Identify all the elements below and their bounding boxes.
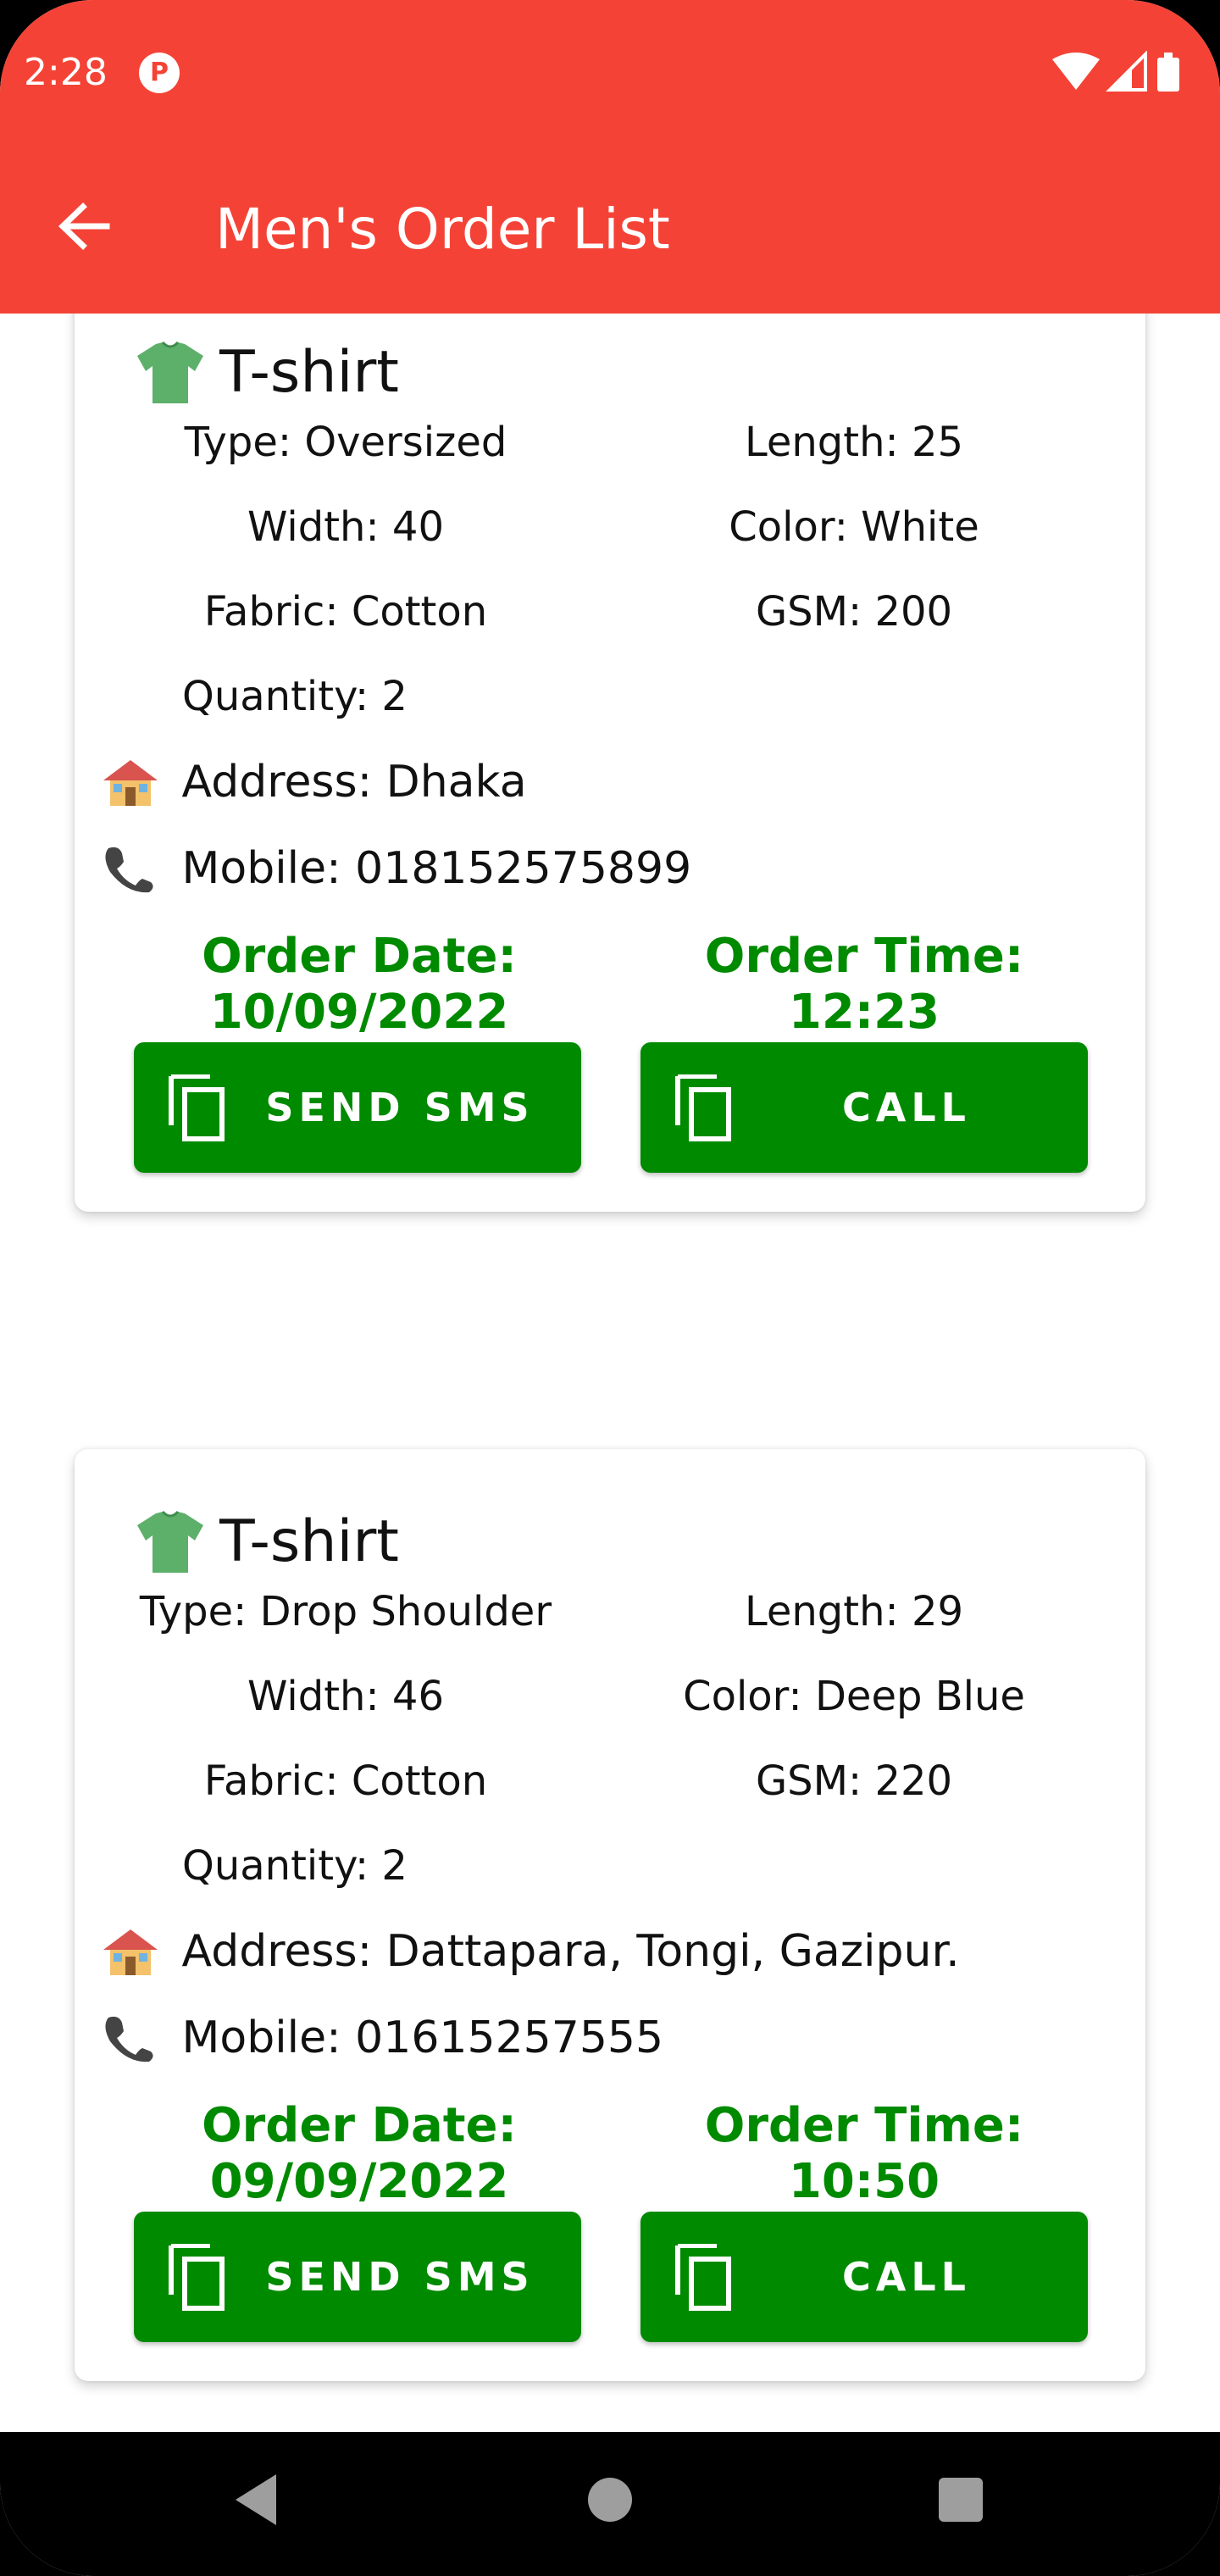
order-date-value: 10/09/2022 [209,985,509,1040]
mobile-text: Mobile: 01615257555 [181,2012,664,2063]
spec-color: Color: White [729,503,979,551]
mobile-row: Mobile: 01615257555 [102,2010,663,2063]
send-sms-label: SEND SMS [265,1085,535,1130]
spec-fabric: Fabric: Cotton [203,588,488,636]
send-sms-label: SEND SMS [265,2254,535,2300]
item-name: T-shirt [219,339,399,406]
spec-length: Length: 29 [744,1588,964,1635]
notification-badge: P [139,53,180,93]
spec-gsm: GSM: 200 [755,588,953,636]
order-date-label: Order Date: [202,2098,517,2153]
copy-icon [169,1074,225,1141]
item-header: T-shirt [136,1508,399,1585]
phone-icon [105,847,153,893]
order-card: T-shirt Type: Drop Shoulder Length: 29 W… [75,1449,1145,2381]
spec-type: Type: Drop Shoulder [139,1588,552,1635]
order-date-label: Order Date: [202,929,517,984]
page-title: Men's Order List [215,197,670,262]
spec-color: Color: Deep Blue [683,1673,1025,1720]
nav-home-icon[interactable] [588,2478,632,2522]
order-card: T-shirt Type: Oversized Length: 25 Width… [75,314,1145,1212]
item-header: T-shirt [136,339,399,415]
tshirt-icon [137,341,203,403]
status-bar: 2:28 P [0,0,1220,144]
battery-icon [1157,53,1179,92]
send-sms-button[interactable]: SEND SMS [134,2212,581,2342]
system-nav-bar [0,2432,1220,2576]
mobile-text: Mobile: 018152575899 [181,843,692,894]
copy-icon [675,1074,731,1141]
spec-type: Type: Oversized [184,419,507,466]
app-bar: Men's Order List [0,144,1220,314]
address-text: Address: Dhaka [181,757,527,808]
order-time-label: Order Time: 10:50 [704,2098,1024,2209]
order-list[interactable]: T-shirt Type: Oversized Length: 25 Width… [0,314,1220,2403]
phone-icon [105,2016,153,2062]
copy-icon [675,2244,731,2311]
call-label: CALL [842,1085,971,1130]
wifi-icon [1052,53,1100,90]
nav-back-icon[interactable] [229,2466,283,2534]
call-label: CALL [842,2254,971,2300]
spec-quantity: Quantity: 2 [182,673,408,720]
tshirt-icon [137,1510,203,1573]
spec-quantity: Quantity: 2 [182,1842,408,1890]
call-button[interactable]: CALL [640,1042,1088,1173]
spec-width: Width: 40 [247,503,444,551]
spec-length: Length: 25 [744,419,964,466]
status-icons [1052,51,1179,92]
address-row: Address: Dhaka [102,754,527,808]
address-row: Address: Dattapara, Tongi, Gazipur. [102,1924,960,1977]
order-date: Order Date: 09/09/2022 [122,2098,596,2210]
house-icon [103,760,158,806]
phone-screen: 2:28 P Men's Order List T-shirt Type: Ov… [0,0,1220,2576]
status-time: 2:28 [24,51,108,94]
copy-icon [169,2244,225,2311]
call-button[interactable]: CALL [640,2212,1088,2342]
spec-gsm: GSM: 220 [755,1757,953,1805]
order-date-value: 09/09/2022 [209,2154,509,2209]
send-sms-button[interactable]: SEND SMS [134,1042,581,1173]
nav-recents-icon[interactable] [939,2478,983,2522]
mobile-row: Mobile: 018152575899 [102,841,691,894]
back-arrow-icon[interactable] [54,197,114,256]
signal-icon [1106,51,1147,92]
order-date: Order Date: 10/09/2022 [122,929,596,1041]
spec-fabric: Fabric: Cotton [203,1757,488,1805]
order-time-label: Order Time: 12:23 [704,929,1024,1040]
address-text: Address: Dattapara, Tongi, Gazipur. [181,1926,960,1977]
house-icon [103,1929,158,1975]
item-name: T-shirt [219,1508,399,1575]
spec-width: Width: 46 [247,1673,444,1720]
